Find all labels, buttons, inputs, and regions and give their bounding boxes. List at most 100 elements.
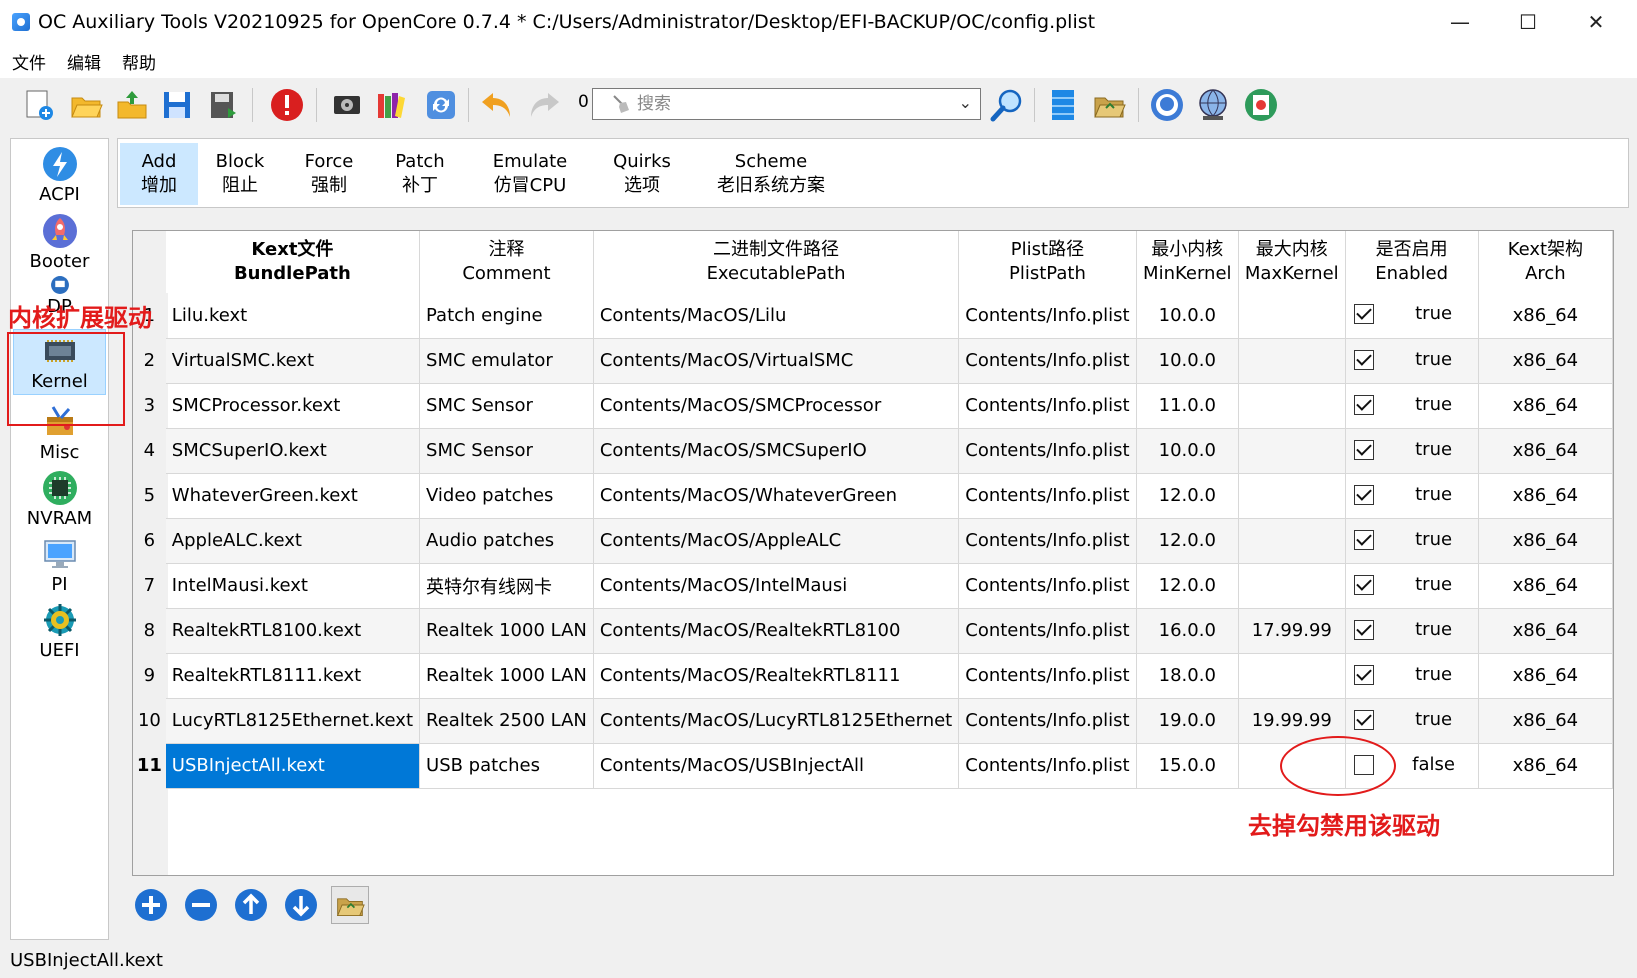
cell-plistpath[interactable]: Contents/Info.plist — [958, 608, 1137, 654]
cell-maxkernel[interactable] — [1238, 293, 1346, 339]
cell-minkernel[interactable]: 12.0.0 — [1136, 563, 1239, 609]
cell-comment[interactable]: Video patches — [419, 473, 594, 519]
enabled-checkbox[interactable] — [1353, 619, 1374, 640]
close-button[interactable]: ✕ — [1562, 0, 1630, 44]
cell-bundlepath[interactable]: AppleALC.kext — [165, 518, 421, 564]
minimize-button[interactable]: — — [1426, 0, 1494, 44]
info-icon[interactable] — [1242, 86, 1280, 124]
move-up-button[interactable] — [232, 886, 270, 924]
cell-plistpath[interactable]: Contents/Info.plist — [958, 473, 1137, 519]
cell-executablepath[interactable]: Contents/MacOS/SMCSuperIO — [593, 428, 960, 474]
cell-maxkernel[interactable] — [1238, 518, 1346, 564]
row-number[interactable]: 7 — [133, 563, 166, 608]
cell-executablepath[interactable]: Contents/MacOS/IntelMausi — [593, 563, 960, 609]
cell-bundlepath[interactable]: Lilu.kext — [165, 293, 421, 339]
cell-minkernel[interactable]: 12.0.0 — [1136, 518, 1239, 564]
cell-maxkernel[interactable] — [1238, 428, 1346, 474]
cell-maxkernel[interactable] — [1238, 563, 1346, 609]
table-row[interactable]: 2 VirtualSMC.kext SMC emulator Contents/Mac… — [133, 338, 1614, 384]
enabled-checkbox[interactable] — [1353, 484, 1374, 505]
cell-bundlepath[interactable]: LucyRTL8125Ethernet.kext — [165, 698, 421, 744]
cell-plistpath[interactable]: Contents/Info.plist — [958, 653, 1137, 699]
cell-minkernel[interactable]: 11.0.0 — [1136, 383, 1239, 429]
enabled-checkbox[interactable] — [1353, 439, 1374, 460]
table-row[interactable]: 9 RealtekRTL8111.kext Realtek 1000 LAN Cont… — [133, 653, 1614, 699]
cell-comment[interactable]: Realtek 1000 LAN — [419, 653, 594, 699]
cell-arch[interactable]: x86_64 — [1478, 698, 1614, 744]
redo-icon[interactable] — [525, 86, 563, 124]
cell-maxkernel[interactable]: 17.99.99 — [1238, 608, 1346, 654]
cell-comment[interactable]: Realtek 2500 LAN — [419, 698, 594, 744]
new-file-icon[interactable] — [20, 86, 58, 124]
cell-plistpath[interactable]: Contents/Info.plist — [958, 518, 1137, 564]
cell-arch[interactable]: x86_64 — [1478, 338, 1614, 384]
cell-executablepath[interactable]: Contents/MacOS/RealtekRTL8100 — [593, 608, 960, 654]
save-icon[interactable] — [158, 86, 196, 124]
remove-button[interactable] — [182, 886, 220, 924]
enabled-checkbox[interactable] — [1353, 574, 1374, 595]
table-row[interactable]: 8 RealtekRTL8100.kext Realtek 1000 LAN Cont… — [133, 608, 1614, 654]
cell-maxkernel[interactable] — [1238, 473, 1346, 519]
cell-comment[interactable]: USB patches — [419, 743, 594, 789]
table-row[interactable]: 3 SMCProcessor.kext SMC Sensor Contents/Mac… — [133, 383, 1614, 429]
cell-executablepath[interactable]: Contents/MacOS/VirtualSMC — [593, 338, 960, 384]
cell-comment[interactable]: Realtek 1000 LAN — [419, 608, 594, 654]
cell-minkernel[interactable]: 16.0.0 — [1136, 608, 1239, 654]
cell-maxkernel[interactable] — [1238, 383, 1346, 429]
cell-minkernel[interactable]: 18.0.0 — [1136, 653, 1239, 699]
col-header-enabled[interactable]: 是否启用 Enabled — [1345, 231, 1479, 293]
cell-bundlepath[interactable]: USBInjectAll.kext — [165, 743, 421, 789]
cell-arch[interactable]: x86_64 — [1478, 518, 1614, 564]
tab-force[interactable]: Force 强制 — [288, 143, 370, 205]
search-combobox[interactable]: ⌄ — [592, 88, 981, 120]
globe-icon[interactable] — [1194, 86, 1232, 124]
menu-help[interactable]: 帮助 — [113, 49, 165, 74]
menu-edit[interactable]: 编辑 — [58, 49, 110, 74]
enabled-checkbox[interactable] — [1353, 529, 1374, 550]
tab-patch[interactable]: Patch 补丁 — [378, 143, 462, 205]
cell-bundlepath[interactable]: SMCSuperIO.kext — [165, 428, 421, 474]
cell-minkernel[interactable]: 10.0.0 — [1136, 428, 1239, 474]
cell-executablepath[interactable]: Contents/MacOS/SMCProcessor — [593, 383, 960, 429]
cell-plistpath[interactable]: Contents/Info.plist — [958, 698, 1137, 744]
row-number[interactable]: 10 — [133, 698, 166, 743]
cell-comment[interactable]: 英特尔有线网卡 — [419, 563, 594, 609]
cell-bundlepath[interactable]: VirtualSMC.kext — [165, 338, 421, 384]
row-number[interactable]: 2 — [133, 338, 166, 383]
cell-executablepath[interactable]: Contents/MacOS/AppleALC — [593, 518, 960, 564]
sidebar-item-nvram[interactable]: NVRAM — [13, 467, 106, 533]
cell-arch[interactable]: x86_64 — [1478, 428, 1614, 474]
col-header-minkernel[interactable]: 最小内核 MinKernel — [1136, 231, 1239, 293]
tab-block[interactable]: Block 阻止 — [200, 143, 280, 205]
enabled-checkbox[interactable] — [1353, 709, 1374, 730]
enabled-checkbox[interactable] — [1353, 304, 1374, 324]
tab-emulate[interactable]: Emulate 仿冒CPU — [474, 143, 586, 205]
cell-arch[interactable]: x86_64 — [1478, 383, 1614, 429]
save-as-icon[interactable] — [204, 86, 242, 124]
cell-plistpath[interactable]: Contents/Info.plist — [958, 428, 1137, 474]
github-icon[interactable] — [1148, 86, 1186, 124]
cell-executablepath[interactable]: Contents/MacOS/LucyRTL8125Ethernet — [593, 698, 960, 744]
cell-minkernel[interactable]: 15.0.0 — [1136, 743, 1239, 789]
cell-minkernel[interactable]: 10.0.0 — [1136, 338, 1239, 384]
database-icon[interactable] — [1044, 86, 1082, 124]
cell-executablepath[interactable]: Contents/MacOS/USBInjectAll — [593, 743, 960, 789]
cell-arch[interactable]: x86_64 — [1478, 293, 1614, 339]
col-header-comment[interactable]: 注释 Comment — [419, 231, 594, 293]
cell-bundlepath[interactable]: RealtekRTL8100.kext — [165, 608, 421, 654]
cell-minkernel[interactable]: 12.0.0 — [1136, 473, 1239, 519]
row-number[interactable]: 9 — [133, 653, 166, 698]
tab-add[interactable]: Add 增加 — [120, 143, 198, 205]
row-number[interactable]: 11 — [133, 743, 166, 788]
cell-bundlepath[interactable]: IntelMausi.kext — [165, 563, 421, 609]
stop-icon[interactable] — [268, 86, 306, 124]
cell-plistpath[interactable]: Contents/Info.plist — [958, 293, 1137, 339]
sidebar-item-pi[interactable]: PI — [13, 533, 106, 599]
table-row[interactable]: 5 WhateverGreen.kext Video patches Contents… — [133, 473, 1614, 519]
search-icon[interactable] — [988, 86, 1026, 124]
enabled-checkbox[interactable] — [1353, 394, 1374, 415]
enabled-checkbox[interactable] — [1353, 349, 1374, 370]
row-number[interactable]: 4 — [133, 428, 166, 473]
table-row[interactable]: 1 Lilu.kext Patch engine Contents/MacOS/Lil… — [133, 293, 1614, 339]
col-header-plistpath[interactable]: Plist路径 PlistPath — [958, 231, 1137, 293]
